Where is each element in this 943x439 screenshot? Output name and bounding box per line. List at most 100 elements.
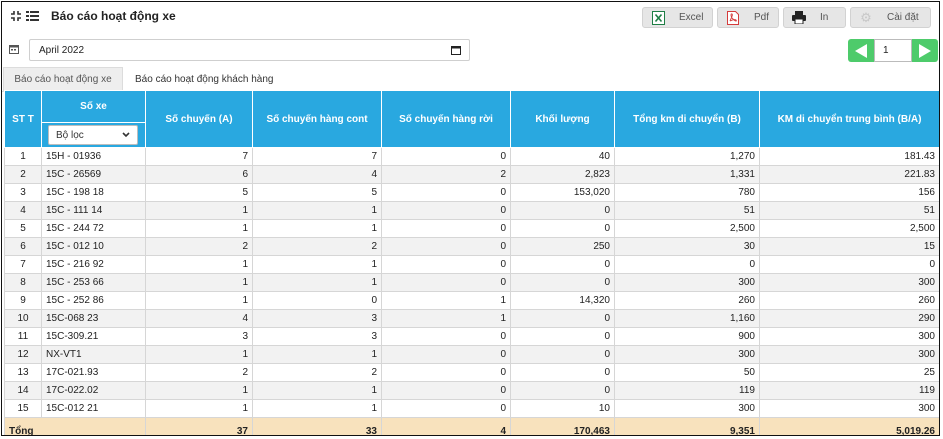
cell-total-km: 51 [614,201,760,220]
cell-plate: 17C-021.93 [41,363,146,382]
table-row[interactable]: 3 15C - 198 18 5 5 0 153,020 780 156 [4,183,939,202]
cell-plate: 15C-309.21 [41,327,146,346]
plate-filter-dropdown[interactable]: Bộ lọc [48,125,138,145]
table-row[interactable]: 1 15H - 01936 7 7 0 40 1,270 181.43 [4,147,939,166]
table-row[interactable]: 10 15C-068 23 4 3 1 0 1,160 290 [4,309,939,328]
cell-weight: 0 [510,219,615,238]
table-row[interactable]: 12 NX-VT1 1 1 0 0 300 300 [4,345,939,364]
cell-trips: 4 [145,309,253,328]
cell-cont-trips: 0 [252,291,382,310]
cell-total-km: 50 [614,363,760,382]
cell-total-km: 0 [614,255,760,274]
cell-cont-trips: 3 [252,327,382,346]
table-row[interactable]: 7 15C - 216 92 1 1 0 0 0 0 [4,255,939,274]
cell-cont-trips: 4 [252,165,382,184]
next-page-button[interactable] [912,39,938,62]
cell-trips: 3 [145,327,253,346]
filter-label: Bộ lọc [56,129,84,141]
page-title: Báo cáo hoạt động xe [51,9,176,23]
printer-icon [792,11,806,25]
collapse-icon[interactable] [10,10,22,25]
cell-avg-km: 221.83 [759,165,939,184]
cell-avg-km: 156 [759,183,939,202]
cell-total-km: 780 [614,183,760,202]
table-row[interactable]: 4 15C - 111 14 1 1 0 0 51 51 [4,201,939,220]
settings-button[interactable]: ⚙ Cài đặt [850,7,931,28]
col-stt[interactable]: ST T [4,90,42,148]
report-tabs: Báo cáo hoạt động xe Báo cáo hoạt động k… [2,67,939,92]
cell-bulk-trips: 0 [381,363,511,382]
cell-weight: 0 [510,327,615,346]
cell-weight: 0 [510,273,615,292]
cell-stt: 6 [4,237,42,256]
cell-weight: 0 [510,381,615,400]
col-avg-km[interactable]: KM di chuyển trung bình (B/A) [759,90,939,148]
calendar-icon [9,44,19,57]
cell-bulk-trips: 0 [381,183,511,202]
month-value: April 2022 [39,45,85,56]
cell-weight: 40 [510,147,615,166]
cell-bulk-trips: 0 [381,219,511,238]
pdf-button[interactable]: Pdf [717,7,779,28]
top-bar: Báo cáo hoạt động xe Excel Pdf In ⚙ Cài … [2,2,939,32]
month-input[interactable]: April 2022 [29,39,470,61]
cell-stt: 10 [4,309,42,328]
cell-stt: 2 [4,165,42,184]
totals-label: Tổng [4,417,146,435]
cell-stt: 9 [4,291,42,310]
table-row[interactable]: 14 17C-022.02 1 1 0 0 119 119 [4,381,939,400]
cell-avg-km: 2,500 [759,219,939,238]
table-row[interactable]: 5 15C - 244 72 1 1 0 0 2,500 2,500 [4,219,939,238]
cell-avg-km: 300 [759,273,939,292]
table-row[interactable]: 11 15C-309.21 3 3 0 0 900 300 [4,327,939,346]
cell-cont-trips: 3 [252,309,382,328]
excel-icon [651,10,665,25]
col-weight[interactable]: Khối lượng [510,90,615,148]
table-row[interactable]: 2 15C - 26569 6 4 2 2,823 1,331 221.83 [4,165,939,184]
cell-avg-km: 15 [759,237,939,256]
cell-weight: 153,020 [510,183,615,202]
cell-plate: 15C - 252 86 [41,291,146,310]
cell-stt: 8 [4,273,42,292]
cell-avg-km: 290 [759,309,939,328]
cell-bulk-trips: 1 [381,291,511,310]
col-cont-trips[interactable]: Số chuyến hàng cont [252,90,382,148]
table-row[interactable]: 8 15C - 253 66 1 1 0 0 300 300 [4,273,939,292]
tab-vehicle-activity[interactable]: Báo cáo hoạt động xe [3,67,123,91]
table-row[interactable]: 15 15C-012 21 1 1 0 10 300 300 [4,399,939,418]
cell-cont-trips: 1 [252,255,382,274]
cell-plate: 15C - 012 10 [41,237,146,256]
cell-cont-trips: 1 [252,201,382,220]
table-row[interactable]: 13 17C-021.93 2 2 0 0 50 25 [4,363,939,382]
calendar-picker-icon[interactable] [451,45,461,58]
menu-icon[interactable] [26,10,39,25]
cell-avg-km: 0 [759,255,939,274]
col-bulk-trips[interactable]: Số chuyến hàng rời [381,90,511,148]
print-button[interactable]: In [783,7,846,28]
total-km: 9,351 [614,417,760,435]
prev-page-button[interactable] [848,39,874,62]
table-row[interactable]: 6 15C - 012 10 2 2 0 250 30 15 [4,237,939,256]
cell-cont-trips: 2 [252,363,382,382]
cell-trips: 1 [145,273,253,292]
cell-bulk-trips: 1 [381,309,511,328]
col-plate[interactable]: Số xe [41,90,146,123]
col-total-km[interactable]: Tổng km di chuyển (B) [614,90,760,148]
cell-bulk-trips: 0 [381,255,511,274]
cell-avg-km: 25 [759,363,939,382]
cell-cont-trips: 1 [252,345,382,364]
cell-total-km: 30 [614,237,760,256]
cell-cont-trips: 1 [252,381,382,400]
cell-stt: 12 [4,345,42,364]
excel-button[interactable]: Excel [642,7,713,28]
tab-customer-activity[interactable]: Báo cáo hoạt động khách hàng [135,67,273,91]
cell-weight: 10 [510,399,615,418]
col-trips[interactable]: Số chuyến (A) [145,90,253,148]
chevron-down-icon [122,132,130,138]
cell-trips: 1 [145,399,253,418]
page-input[interactable]: 1 [874,39,912,62]
table-row[interactable]: 9 15C - 252 86 1 0 1 14,320 260 260 [4,291,939,310]
cell-stt: 7 [4,255,42,274]
cell-plate: NX-VT1 [41,345,146,364]
cell-cont-trips: 1 [252,273,382,292]
